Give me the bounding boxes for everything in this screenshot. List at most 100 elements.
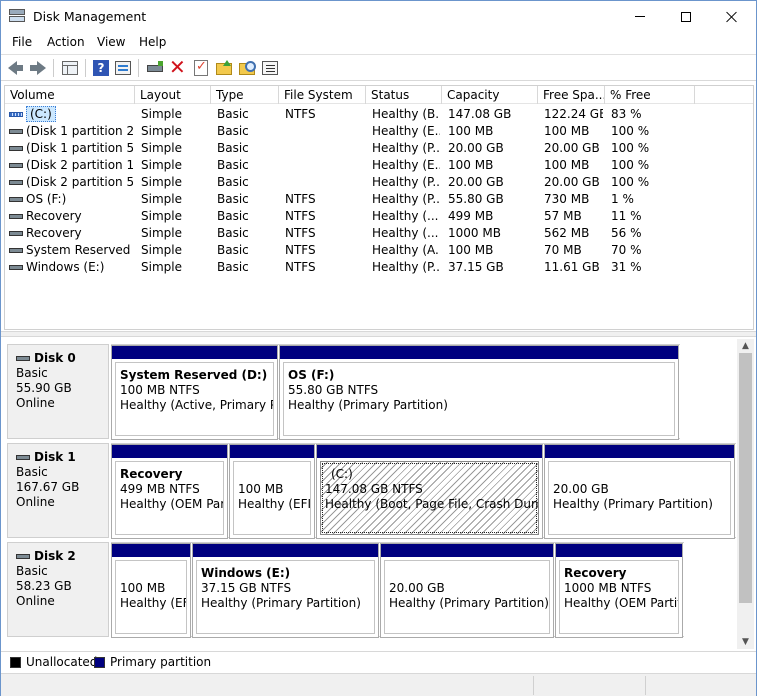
disk-state: Online bbox=[16, 495, 55, 509]
partition-size: 147.08 GB NTFS bbox=[325, 482, 423, 496]
check-icon[interactable] bbox=[192, 59, 210, 77]
column-free-space[interactable]: Free Spa... bbox=[538, 86, 605, 104]
volume-icon bbox=[9, 129, 23, 134]
cell-status: Healthy (A... bbox=[372, 243, 440, 257]
cell-volume: OS (F:) bbox=[26, 192, 67, 206]
properties-icon[interactable] bbox=[114, 59, 132, 77]
table-row[interactable]: Windows (E:) Simple Basic NTFS Healthy (P...… bbox=[5, 259, 753, 276]
disk-1-partitions: Recovery 499 MB NTFS Healthy (OEM Partit… bbox=[111, 443, 736, 539]
column-type[interactable]: Type bbox=[211, 86, 279, 104]
vertical-scrollbar[interactable]: ▲ ▼ bbox=[737, 339, 754, 649]
volume-icon bbox=[9, 214, 23, 219]
pane-splitter[interactable] bbox=[1, 331, 756, 337]
disk-2-partitions: 100 MB Healthy (EFI Windows (E:) 37.15 G… bbox=[111, 542, 684, 638]
cell-pct: 11 % bbox=[611, 209, 642, 223]
cell-capacity: 20.00 GB bbox=[448, 175, 504, 189]
cell-type: Basic bbox=[217, 226, 249, 240]
help-icon[interactable]: ? bbox=[92, 59, 110, 77]
cell-status: Healthy (E... bbox=[372, 124, 440, 138]
column-layout[interactable]: Layout bbox=[135, 86, 211, 104]
partition-disk2-5[interactable]: 20.00 GB Healthy (Primary Partition) bbox=[380, 543, 554, 638]
cell-pct: 100 % bbox=[611, 124, 650, 138]
explore-icon[interactable] bbox=[238, 59, 256, 77]
volume-icon bbox=[9, 197, 23, 202]
disk-2-label[interactable]: Disk 2 Basic 58.23 GB Online bbox=[7, 542, 109, 637]
column-status[interactable]: Status bbox=[366, 86, 442, 104]
list-icon[interactable] bbox=[261, 59, 279, 77]
table-row[interactable]: (C:) Simple Basic NTFS Healthy (B... 147.08 G… bbox=[5, 106, 753, 123]
cell-layout: Simple bbox=[141, 260, 182, 274]
primary-partition-bar bbox=[381, 544, 553, 557]
cell-fs bbox=[285, 123, 364, 140]
cell-capacity: 100 MB bbox=[448, 158, 494, 172]
cell-layout: Simple bbox=[141, 141, 182, 155]
partition-recovery-2[interactable]: Recovery 1000 MB NTFS Healthy (OEM Parti… bbox=[555, 543, 683, 638]
disk-0-label[interactable]: Disk 0 Basic 55.90 GB Online bbox=[7, 344, 109, 439]
cell-layout: Simple bbox=[141, 175, 182, 189]
table-row[interactable]: OS (F:) Simple Basic NTFS Healthy (P... 55.80… bbox=[5, 191, 753, 208]
table-row[interactable]: (Disk 1 partition 5) Simple Basic Healthy (… bbox=[5, 140, 753, 157]
cell-layout: Simple bbox=[141, 107, 182, 121]
cell-status: Healthy (E... bbox=[372, 158, 440, 172]
table-row[interactable]: (Disk 2 partition 1) Simple Basic Healthy (… bbox=[5, 157, 753, 174]
legend-primary-partition: Primary partition bbox=[110, 655, 212, 669]
column-percent-free[interactable]: % Free bbox=[605, 86, 695, 104]
connect-disk-icon[interactable] bbox=[146, 59, 164, 77]
window-title: Disk Management bbox=[33, 9, 147, 24]
table-row[interactable]: Recovery Simple Basic NTFS Healthy (... 1000 … bbox=[5, 225, 753, 242]
cell-type: Basic bbox=[217, 175, 249, 189]
menu-file[interactable]: File bbox=[12, 35, 32, 49]
delete-icon[interactable]: ✕ bbox=[169, 56, 187, 78]
cell-free: 20.00 GB bbox=[544, 141, 600, 155]
menu-view[interactable]: View bbox=[97, 35, 125, 49]
open-folder-icon[interactable] bbox=[215, 59, 233, 77]
volume-icon bbox=[9, 163, 23, 168]
partition-efi-2[interactable]: 100 MB Healthy (EFI bbox=[111, 543, 191, 638]
table-row[interactable]: Recovery Simple Basic NTFS Healthy (... 499 M… bbox=[5, 208, 753, 225]
scroll-up-icon[interactable]: ▲ bbox=[737, 339, 754, 353]
menu-action[interactable]: Action bbox=[47, 35, 85, 49]
selected-partition-body: (C:) 147.08 GB NTFS Healthy (Boot, Page … bbox=[320, 461, 539, 535]
table-row[interactable]: (Disk 2 partition 5) Simple Basic Healthy (… bbox=[5, 174, 753, 191]
column-volume[interactable]: Volume bbox=[5, 86, 135, 104]
disk-management-window: Disk Management File Action View Help ? … bbox=[0, 0, 757, 696]
partition-name: Recovery bbox=[120, 467, 183, 481]
maximize-button[interactable] bbox=[663, 1, 709, 32]
partition-windows[interactable]: Windows (E:) 37.15 GB NTFS Healthy (Prim… bbox=[192, 543, 379, 638]
menu-help[interactable]: Help bbox=[139, 35, 166, 49]
partition-name: System Reserved (D:) bbox=[120, 368, 268, 382]
forward-arrow-icon[interactable] bbox=[29, 59, 47, 77]
disk-1-label[interactable]: Disk 1 Basic 167.67 GB Online bbox=[7, 443, 109, 538]
minimize-button[interactable] bbox=[617, 1, 663, 32]
scroll-down-icon[interactable]: ▼ bbox=[737, 635, 754, 649]
volume-icon bbox=[9, 248, 23, 253]
disk-size: 55.90 GB bbox=[16, 381, 72, 395]
console-tree-icon[interactable] bbox=[61, 59, 79, 77]
partition-system-reserved[interactable]: System Reserved (D:) 100 MB NTFS Healthy… bbox=[111, 345, 278, 440]
partition-status: Healthy (OEM Partit bbox=[120, 497, 224, 511]
primary-partition-bar bbox=[280, 346, 678, 359]
primary-partition-bar bbox=[556, 544, 682, 557]
partition-size: 100 MB bbox=[238, 482, 284, 496]
cell-type: Basic bbox=[217, 209, 249, 223]
partition-recovery-1[interactable]: Recovery 499 MB NTFS Healthy (OEM Partit bbox=[111, 444, 228, 539]
partition-os[interactable]: OS (F:) 55.80 GB NTFS Healthy (Primary P… bbox=[279, 345, 679, 440]
cell-status: Healthy (B... bbox=[372, 107, 440, 121]
back-arrow-icon[interactable] bbox=[7, 59, 25, 77]
close-button[interactable] bbox=[709, 1, 755, 32]
column-capacity[interactable]: Capacity bbox=[442, 86, 538, 104]
volume-list[interactable]: Volume Layout Type File System Status Ca… bbox=[4, 85, 754, 330]
cell-capacity: 499 MB bbox=[448, 209, 494, 223]
cell-type: Basic bbox=[217, 141, 249, 155]
partition-c-drive[interactable]: (C:) 147.08 GB NTFS Healthy (Boot, Page … bbox=[316, 444, 543, 539]
partition-disk1-5[interactable]: 20.00 GB Healthy (Primary Partition) bbox=[544, 444, 735, 539]
partition-efi-1[interactable]: 100 MB Healthy (EFI S bbox=[229, 444, 315, 539]
partition-name bbox=[120, 566, 186, 581]
scrollbar-thumb[interactable] bbox=[739, 353, 752, 603]
column-file-system[interactable]: File System bbox=[279, 86, 366, 104]
status-bar-section bbox=[645, 676, 646, 695]
table-row[interactable]: System Reserved (... Simple Basic NTFS Healt… bbox=[5, 242, 753, 259]
disk-size: 58.23 GB bbox=[16, 579, 72, 593]
cell-volume: Recovery bbox=[26, 209, 82, 223]
table-row[interactable]: (Disk 1 partition 2) Simple Basic Healthy (… bbox=[5, 123, 753, 140]
